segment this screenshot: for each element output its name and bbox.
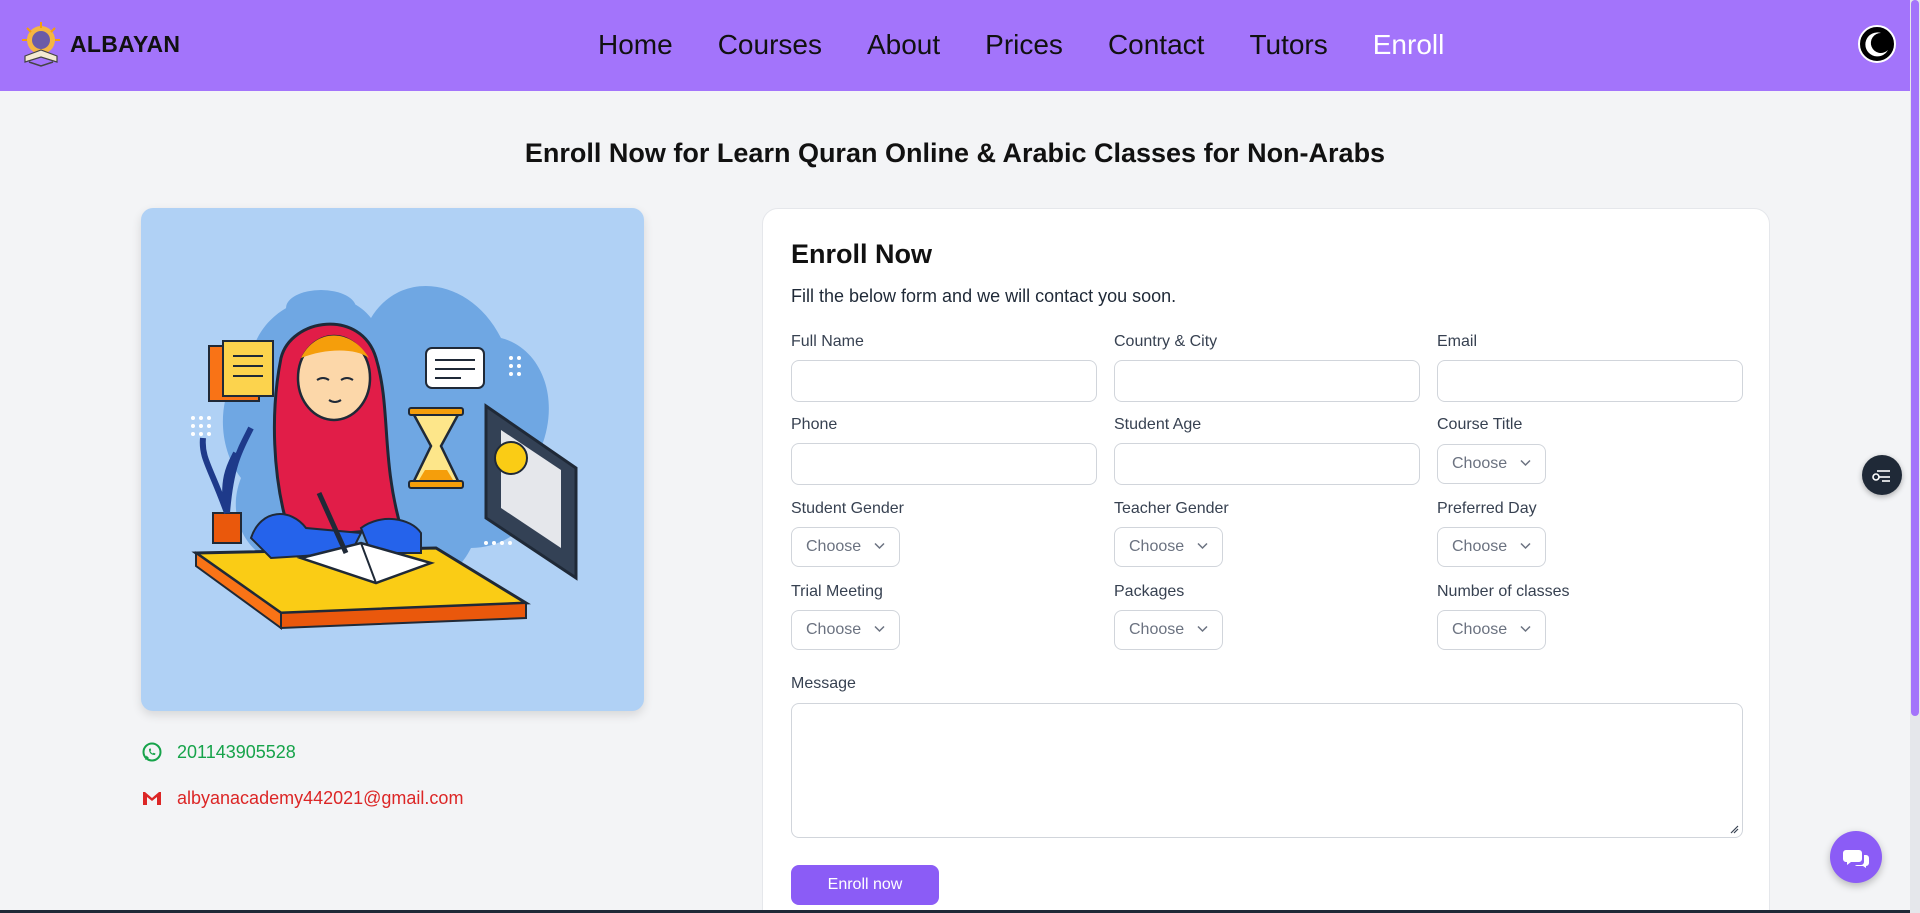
preferred-day-select[interactable]: Choose [1437, 527, 1546, 567]
preferred-day-label: Preferred Day [1437, 500, 1537, 517]
gmail-icon [143, 792, 161, 805]
number-of-classes-value: Choose [1452, 621, 1508, 638]
resize-handle-icon[interactable] [1729, 824, 1739, 834]
list-settings-icon [1872, 470, 1890, 482]
nav-courses[interactable]: Courses [718, 28, 822, 62]
page-title: Enroll Now for Learn Quran Online & Arab… [524, 138, 1386, 168]
chevron-down-icon [1520, 459, 1531, 467]
chat-bubbles-icon [1843, 850, 1869, 868]
message-textarea[interactable] [791, 703, 1743, 838]
course-title-label: Course Title [1437, 416, 1523, 433]
preferred-day-value: Choose [1452, 538, 1508, 555]
student-gender-label: Student Gender [791, 500, 904, 517]
course-title-select[interactable]: Choose [1437, 444, 1546, 484]
packages-value: Choose [1129, 621, 1185, 638]
email-input[interactable] [1437, 360, 1743, 402]
email-address[interactable]: albyanacademy442021@gmail.com [177, 788, 463, 809]
chevron-down-icon [1197, 625, 1208, 633]
phone-label: Phone [791, 416, 838, 433]
course-title-value: Choose [1452, 455, 1508, 472]
teacher-gender-value: Choose [1129, 538, 1185, 555]
trial-meeting-select[interactable]: Choose [791, 610, 900, 650]
nav-home[interactable]: Home [598, 28, 673, 62]
enroll-now-button[interactable]: Enroll now [791, 865, 939, 905]
trial-meeting-label: Trial Meeting [791, 583, 883, 600]
full-name-label: Full Name [791, 333, 864, 350]
teacher-gender-select[interactable]: Choose [1114, 527, 1223, 567]
number-of-classes-select[interactable]: Choose [1437, 610, 1546, 650]
full-name-input[interactable] [791, 360, 1097, 402]
form-subtitle: Fill the below form and we will contact … [791, 286, 1177, 306]
scrollbar-thumb[interactable] [1911, 0, 1919, 716]
email-label: Email [1437, 333, 1478, 350]
brand-logo[interactable]: ALBAYAN [19, 20, 180, 68]
student-age-input[interactable] [1114, 443, 1420, 485]
teacher-gender-label: Teacher Gender [1114, 500, 1229, 517]
country-city-label: Country & City [1114, 333, 1218, 350]
trial-meeting-value: Choose [806, 621, 862, 638]
whatsapp-contact[interactable]: 201143905528 [141, 741, 296, 763]
chevron-down-icon [874, 625, 885, 633]
whatsapp-icon [142, 742, 162, 762]
brand-name: ALBAYAN [70, 30, 181, 57]
enroll-form-card: Enroll Now Fill the below form and we wi… [762, 208, 1770, 913]
packages-select[interactable]: Choose [1114, 610, 1223, 650]
top-navbar: ALBAYAN Home Courses About Prices Contac… [0, 0, 1910, 91]
chevron-down-icon [1197, 542, 1208, 550]
packages-label: Packages [1114, 583, 1185, 600]
chevron-down-icon [874, 542, 885, 550]
nav-prices[interactable]: Prices [985, 28, 1063, 62]
nav-tutors[interactable]: Tutors [1249, 28, 1327, 62]
dark-mode-toggle-icon[interactable] [1857, 24, 1897, 64]
student-gender-select[interactable]: Choose [791, 527, 900, 567]
chevron-down-icon [1520, 625, 1531, 633]
country-city-input[interactable] [1114, 360, 1420, 402]
nav-about[interactable]: About [867, 28, 940, 62]
form-title: Enroll Now [791, 239, 932, 269]
nav-enroll[interactable]: Enroll [1373, 28, 1445, 62]
message-label: Message [791, 675, 856, 692]
chevron-down-icon [1520, 542, 1531, 550]
phone-number[interactable]: 201143905528 [177, 742, 296, 763]
phone-input[interactable] [791, 443, 1097, 485]
chat-widget-button[interactable] [1830, 831, 1882, 883]
student-age-label: Student Age [1114, 416, 1202, 433]
number-of-classes-label: Number of classes [1437, 583, 1570, 600]
hero-illustration [141, 208, 644, 711]
email-contact[interactable]: albyanacademy442021@gmail.com [141, 787, 463, 809]
logo-icon [22, 22, 60, 67]
nav-contact[interactable]: Contact [1108, 28, 1205, 62]
side-widget-button[interactable] [1862, 455, 1902, 495]
student-gender-value: Choose [806, 538, 862, 555]
main-nav: Home Courses About Prices Contact Tutors… [598, 28, 1489, 62]
student-reading-illustration [191, 285, 578, 630]
